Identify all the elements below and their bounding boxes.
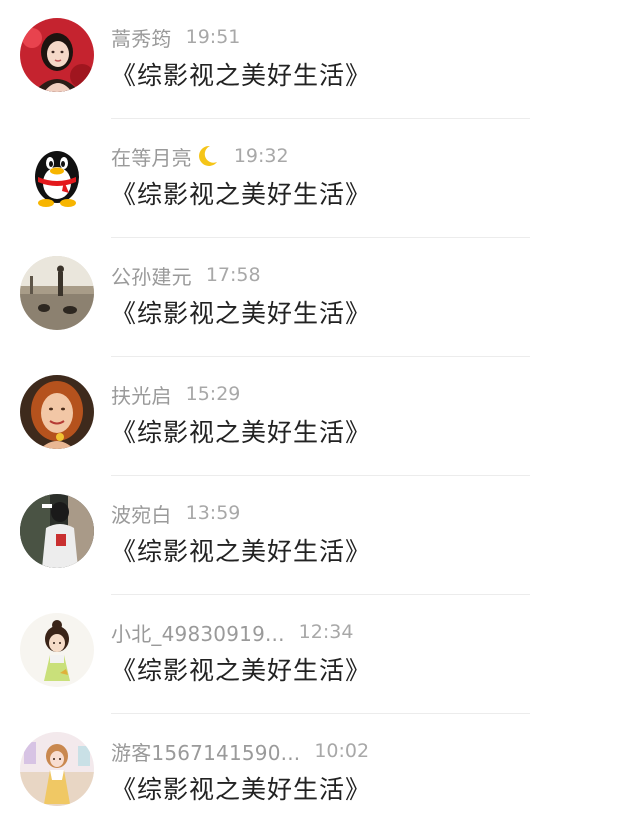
- list-item[interactable]: 游客1567141590... 10:02 《综影视之美好生活》: [0, 714, 640, 833]
- list-item[interactable]: 波宛白 13:59 《综影视之美好生活》: [0, 476, 640, 595]
- sender-name[interactable]: 波宛白: [111, 499, 172, 528]
- avatar[interactable]: [20, 137, 94, 211]
- avatar-red-haired-woman-icon: [20, 375, 94, 449]
- avatar-cartoon-girl-icon: [20, 613, 94, 687]
- list-item[interactable]: 在等月亮 19:32 《综影视之美好生活》: [0, 119, 640, 238]
- sender-name[interactable]: 扶光启: [111, 380, 172, 409]
- message-time: 19:51: [185, 26, 241, 48]
- avatar[interactable]: [20, 613, 94, 687]
- avatar-illustrated-girl-icon: [20, 732, 94, 806]
- avatar[interactable]: [20, 18, 94, 92]
- list-item[interactable]: 蒿秀筠 19:51 《综影视之美好生活》: [0, 0, 640, 119]
- message-time: 19:32: [233, 145, 289, 167]
- message-text[interactable]: 《综影视之美好生活》: [111, 294, 371, 330]
- avatar[interactable]: [20, 375, 94, 449]
- message-time: 15:29: [185, 383, 241, 405]
- avatar[interactable]: [20, 256, 94, 330]
- sender-name[interactable]: 在等月亮: [111, 142, 192, 171]
- list-item[interactable]: 公孙建元 17:58 《综影视之美好生活》: [0, 238, 640, 357]
- message-meta: 游客1567141590... 10:02: [111, 736, 369, 766]
- sender-name[interactable]: 蒿秀筠: [111, 23, 172, 52]
- crescent-moon-icon: [198, 145, 217, 166]
- list-item[interactable]: 小北_49830919... 12:34 《综影视之美好生活》: [0, 595, 640, 714]
- list-item[interactable]: 扶光启 15:29 《综影视之美好生活》: [0, 357, 640, 476]
- sender-name[interactable]: 小北_49830919...: [111, 618, 285, 647]
- message-text[interactable]: 《综影视之美好生活》: [111, 651, 371, 687]
- message-time: 10:02: [314, 740, 370, 762]
- avatar-person-white-jacket-icon: [20, 494, 94, 568]
- message-meta: 波宛白 13:59: [111, 498, 240, 528]
- message-meta: 在等月亮 19:32: [111, 141, 289, 171]
- avatar[interactable]: [20, 732, 94, 806]
- message-text[interactable]: 《综影视之美好生活》: [111, 413, 371, 449]
- message-meta: 小北_49830919... 12:34: [111, 617, 353, 647]
- message-time: 12:34: [298, 621, 354, 643]
- sender-name[interactable]: 公孙建元: [111, 261, 192, 290]
- avatar[interactable]: [20, 494, 94, 568]
- message-text[interactable]: 《综影视之美好生活》: [111, 175, 371, 211]
- avatar-woman-icon: [20, 18, 94, 92]
- message-time: 13:59: [185, 502, 241, 524]
- message-text[interactable]: 《综影视之美好生活》: [111, 770, 371, 806]
- avatar-street-icon: [20, 256, 94, 330]
- message-text[interactable]: 《综影视之美好生活》: [111, 532, 371, 568]
- sender-name[interactable]: 游客1567141590...: [111, 737, 300, 766]
- message-meta: 公孙建元 17:58: [111, 260, 261, 290]
- message-meta: 蒿秀筠 19:51: [111, 22, 240, 52]
- message-time: 17:58: [205, 264, 261, 286]
- message-text[interactable]: 《综影视之美好生活》: [111, 56, 371, 92]
- message-meta: 扶光启 15:29: [111, 379, 240, 409]
- qq-penguin-icon: [20, 137, 94, 211]
- message-list: 蒿秀筠 19:51 《综影视之美好生活》 在等月亮 19:32 《综影视之美好生…: [0, 0, 640, 835]
